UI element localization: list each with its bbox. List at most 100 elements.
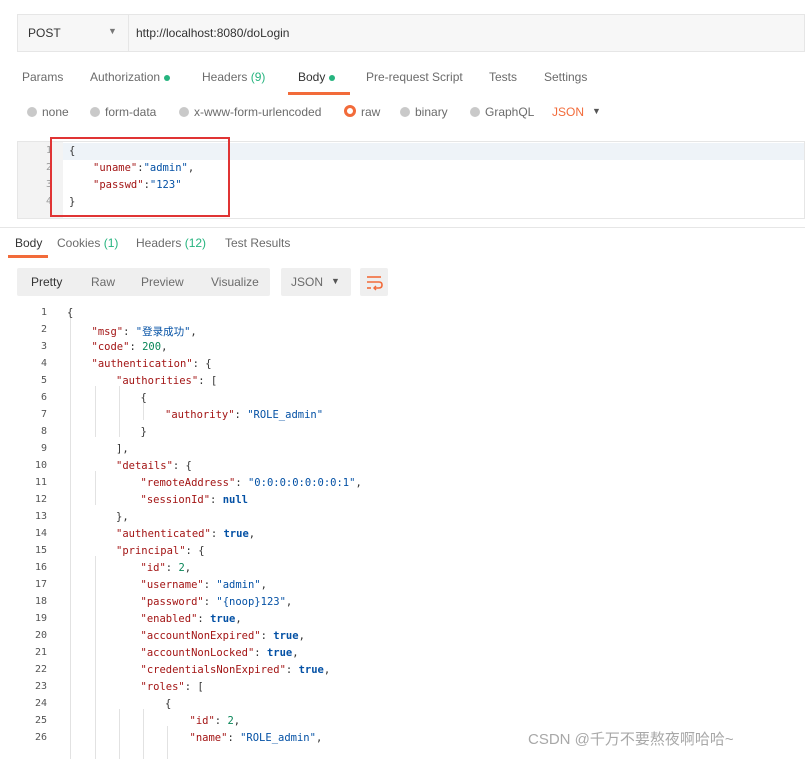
- json-token: : [: [184, 681, 204, 693]
- divider: [0, 227, 805, 228]
- json-token: ,: [233, 715, 241, 727]
- radio-label: x-www-form-urlencoded: [194, 105, 322, 119]
- code-line: "authenticated": true,: [116, 528, 255, 540]
- response-format-select[interactable]: JSON ▼: [281, 268, 351, 296]
- line-number: 13: [34, 511, 47, 522]
- radio-raw[interactable]: raw: [344, 105, 380, 119]
- radio-urlencoded[interactable]: x-www-form-urlencoded: [179, 105, 321, 119]
- preview-button[interactable]: Preview: [141, 275, 184, 289]
- radio-form-data[interactable]: form-data: [90, 105, 156, 119]
- tab-params[interactable]: Params: [22, 70, 63, 84]
- json-token: ,: [235, 613, 242, 625]
- json-token: "admin": [216, 579, 261, 591]
- radio-label: raw: [361, 105, 381, 119]
- active-tab-indicator: [8, 255, 48, 258]
- json-token: "username": [140, 579, 204, 591]
- line-number: 1: [40, 307, 47, 318]
- json-token: :: [197, 613, 211, 625]
- json-token: ,: [248, 528, 256, 540]
- code-line: "principal": {: [116, 545, 205, 557]
- json-token: true: [298, 664, 324, 676]
- json-token: "credentialsNonExpired": [140, 664, 286, 676]
- radio-label: form-data: [105, 105, 157, 119]
- url-input[interactable]: http://localhost:8080/doLogin: [136, 26, 289, 40]
- radio-icon: [27, 107, 37, 117]
- tab-label: Headers: [136, 236, 182, 250]
- line-number: 8: [40, 426, 47, 437]
- chevron-down-icon[interactable]: ▼: [592, 106, 601, 116]
- tab-body[interactable]: Body: [298, 70, 336, 84]
- line-number: 4: [40, 358, 47, 369]
- json-token: null: [222, 494, 248, 506]
- line-number: 24: [34, 698, 47, 709]
- line-number: 9: [40, 443, 47, 454]
- code-line: "enabled": true,: [141, 613, 242, 625]
- line-number: 26: [34, 732, 47, 743]
- json-token: ,: [260, 579, 267, 591]
- response-body-viewer[interactable]: 1 {2 "msg": "登录成功", 3 "code": 200, 4 "authenti…: [17, 304, 805, 759]
- tab-tests[interactable]: Tests: [489, 70, 517, 84]
- json-token: },: [116, 511, 129, 523]
- radio-binary[interactable]: binary: [400, 105, 448, 119]
- json-token: true: [210, 613, 236, 625]
- json-token: "authenticated": [116, 528, 211, 540]
- tab-settings[interactable]: Settings: [544, 70, 587, 84]
- code-line: },: [116, 511, 129, 523]
- tab-authorization[interactable]: Authorization: [90, 70, 171, 84]
- json-token: }: [140, 426, 147, 438]
- json-token: :: [235, 477, 248, 489]
- radio-icon: [179, 107, 189, 117]
- line-number: 12: [34, 494, 47, 505]
- tab-headers[interactable]: Headers (9): [202, 70, 265, 84]
- radio-graphql[interactable]: GraphQL: [470, 105, 534, 119]
- wrap-lines-button[interactable]: [360, 268, 388, 296]
- response-tab-headers[interactable]: Headers (12): [136, 236, 206, 250]
- wrap-lines-icon: [367, 276, 383, 291]
- json-token: :: [285, 664, 299, 676]
- json-token: "authentication": [91, 358, 193, 370]
- line-number: 19: [34, 613, 47, 624]
- json-token: :: [260, 630, 274, 642]
- tab-label: Headers: [202, 70, 248, 84]
- line-number: 5: [40, 375, 47, 386]
- code-line: "authentication": {: [92, 358, 212, 370]
- json-token: :: [123, 326, 136, 338]
- json-token: "details": [116, 460, 173, 472]
- visualize-button[interactable]: Visualize: [211, 275, 259, 289]
- radio-icon: [344, 105, 356, 117]
- request-tabs: Params Authorization Headers (9) Body Pr…: [0, 62, 805, 95]
- line-number: 17: [34, 579, 47, 590]
- method-select[interactable]: POST ▼: [18, 15, 129, 51]
- chevron-down-icon: ▼: [108, 26, 117, 36]
- pretty-button[interactable]: Pretty: [31, 275, 62, 289]
- json-token: "code": [91, 341, 130, 353]
- tab-pre-request-script[interactable]: Pre-request Script: [366, 70, 463, 84]
- json-token: {: [67, 307, 74, 319]
- line-number: 4: [45, 196, 52, 207]
- json-token: true: [273, 630, 299, 642]
- line-number: 10: [34, 460, 47, 471]
- json-token: "msg": [91, 326, 124, 338]
- line-number: 21: [34, 647, 47, 658]
- raw-button[interactable]: Raw: [91, 275, 115, 289]
- raw-format-select[interactable]: JSON: [552, 105, 584, 119]
- json-token: ,: [190, 326, 197, 338]
- headers-count: (9): [250, 70, 266, 84]
- json-token: "{noop}123": [216, 596, 286, 608]
- code-line: "credentialsNonExpired": true,: [141, 664, 331, 676]
- indent-guide: [95, 386, 96, 437]
- code-line: "accountNonLocked": true,: [141, 647, 299, 659]
- json-token: ],: [116, 443, 129, 455]
- response-tab-body[interactable]: Body: [15, 236, 42, 250]
- response-tab-cookies[interactable]: Cookies (1): [57, 236, 118, 250]
- json-token: "登录成功": [135, 326, 191, 338]
- cookies-count: (1): [103, 236, 119, 250]
- line-number: 15: [34, 545, 47, 556]
- tab-label: Cookies: [57, 236, 101, 250]
- body-type-options: none form-data x-www-form-urlencoded raw…: [0, 100, 805, 126]
- json-token: :: [227, 732, 241, 744]
- radio-none[interactable]: none: [27, 105, 69, 119]
- response-tab-test-results[interactable]: Test Results: [225, 236, 290, 250]
- radio-icon: [400, 107, 410, 117]
- json-token: "remoteAddress": [140, 477, 236, 489]
